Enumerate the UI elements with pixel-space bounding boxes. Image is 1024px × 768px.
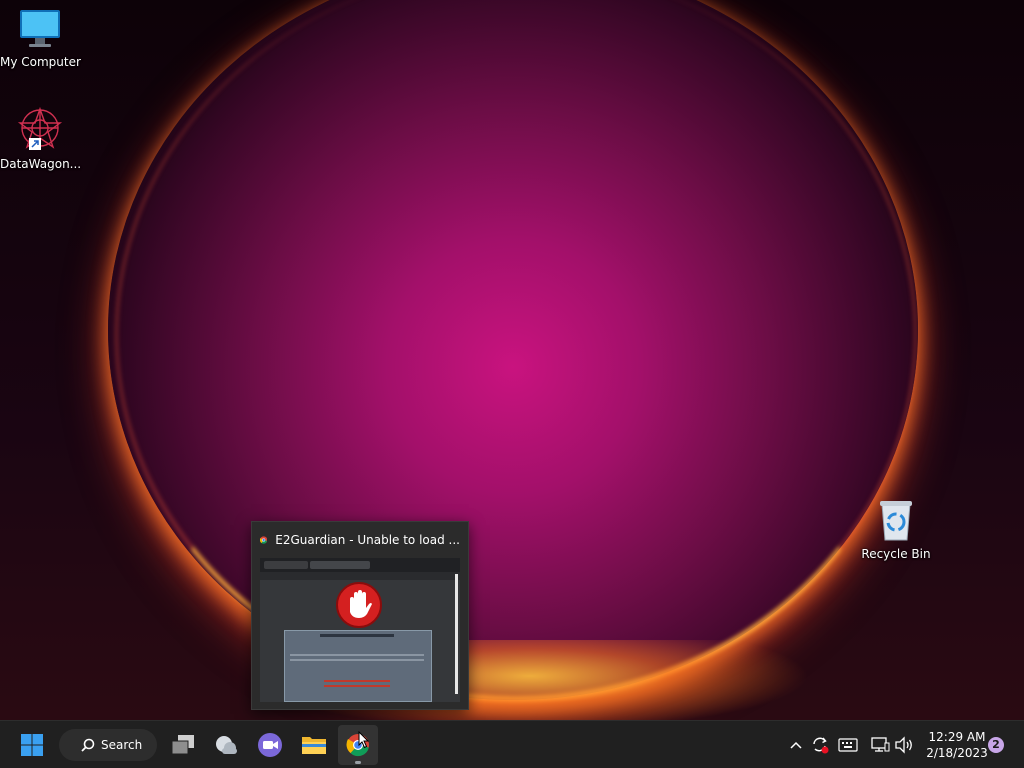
system-clock[interactable]: 12:29 AM 2/18/2023 [922, 729, 992, 761]
desktop-icon-my-computer[interactable]: My Computer [0, 8, 81, 69]
teams-chat-button[interactable] [250, 725, 290, 765]
desktop-icon-label: Recycle Bin [861, 547, 931, 561]
chrome-taskbar-button[interactable] [338, 725, 378, 765]
widgets-button[interactable] [207, 725, 247, 765]
desktop-icon-label: DataWagon... [0, 157, 82, 171]
speaker-icon [895, 736, 912, 754]
thumbnail-title-text: E2Guardian - Unable to load ... [275, 533, 460, 547]
sync-status-button[interactable] [808, 733, 832, 757]
keyboard-icon [838, 738, 858, 752]
start-button[interactable] [12, 725, 52, 765]
volume-button[interactable] [892, 733, 916, 757]
keyboard-input-button[interactable] [836, 733, 860, 757]
mouse-cursor-icon [358, 731, 370, 749]
weather-cloud-icon [216, 736, 237, 754]
taskbar-thumbnail-preview[interactable]: E2Guardian - Unable to load ... [251, 521, 469, 710]
chevron-up-icon [790, 741, 802, 749]
desktop-icon-recycle-bin[interactable]: Recycle Bin [856, 498, 936, 561]
desktop-icon-datawagon[interactable]: DataWagon... [0, 106, 82, 171]
taskbar: Search 12:29 AM 2/18/2023 2 [0, 720, 1024, 768]
search-icon [81, 738, 95, 752]
file-explorer-button[interactable] [294, 725, 334, 765]
show-hidden-icons-button[interactable] [784, 733, 808, 757]
desktop-icon-label: My Computer [0, 55, 81, 69]
running-indicator [355, 761, 361, 764]
network-icon [871, 737, 890, 752]
recycle-bin-icon [880, 501, 912, 541]
wallpaper-rim [115, 0, 917, 702]
clock-time: 12:29 AM [928, 730, 986, 744]
windows-logo-icon [21, 734, 43, 756]
video-chat-icon [258, 733, 282, 757]
task-view-button[interactable] [163, 725, 203, 765]
search-button[interactable]: Search [59, 729, 157, 761]
folder-icon [302, 737, 326, 754]
sync-error-icon [813, 737, 829, 754]
desktop-wallpaper: My Computer DataWagon... Recycle Bin E2G… [0, 0, 1024, 720]
clock-date: 2/18/2023 [926, 746, 988, 760]
thumbnail-title: E2Guardian - Unable to load ... [260, 530, 460, 550]
network-button[interactable] [868, 733, 892, 757]
monitor-icon [20, 10, 60, 47]
search-label: Search [101, 738, 143, 752]
chrome-icon [260, 536, 268, 544]
datawagon-icon [17, 106, 63, 150]
stop-hand-icon [336, 582, 382, 628]
thumbnail-window-snapshot [260, 558, 460, 702]
notification-badge[interactable]: 2 [988, 737, 1004, 753]
task-view-icon [171, 735, 194, 755]
